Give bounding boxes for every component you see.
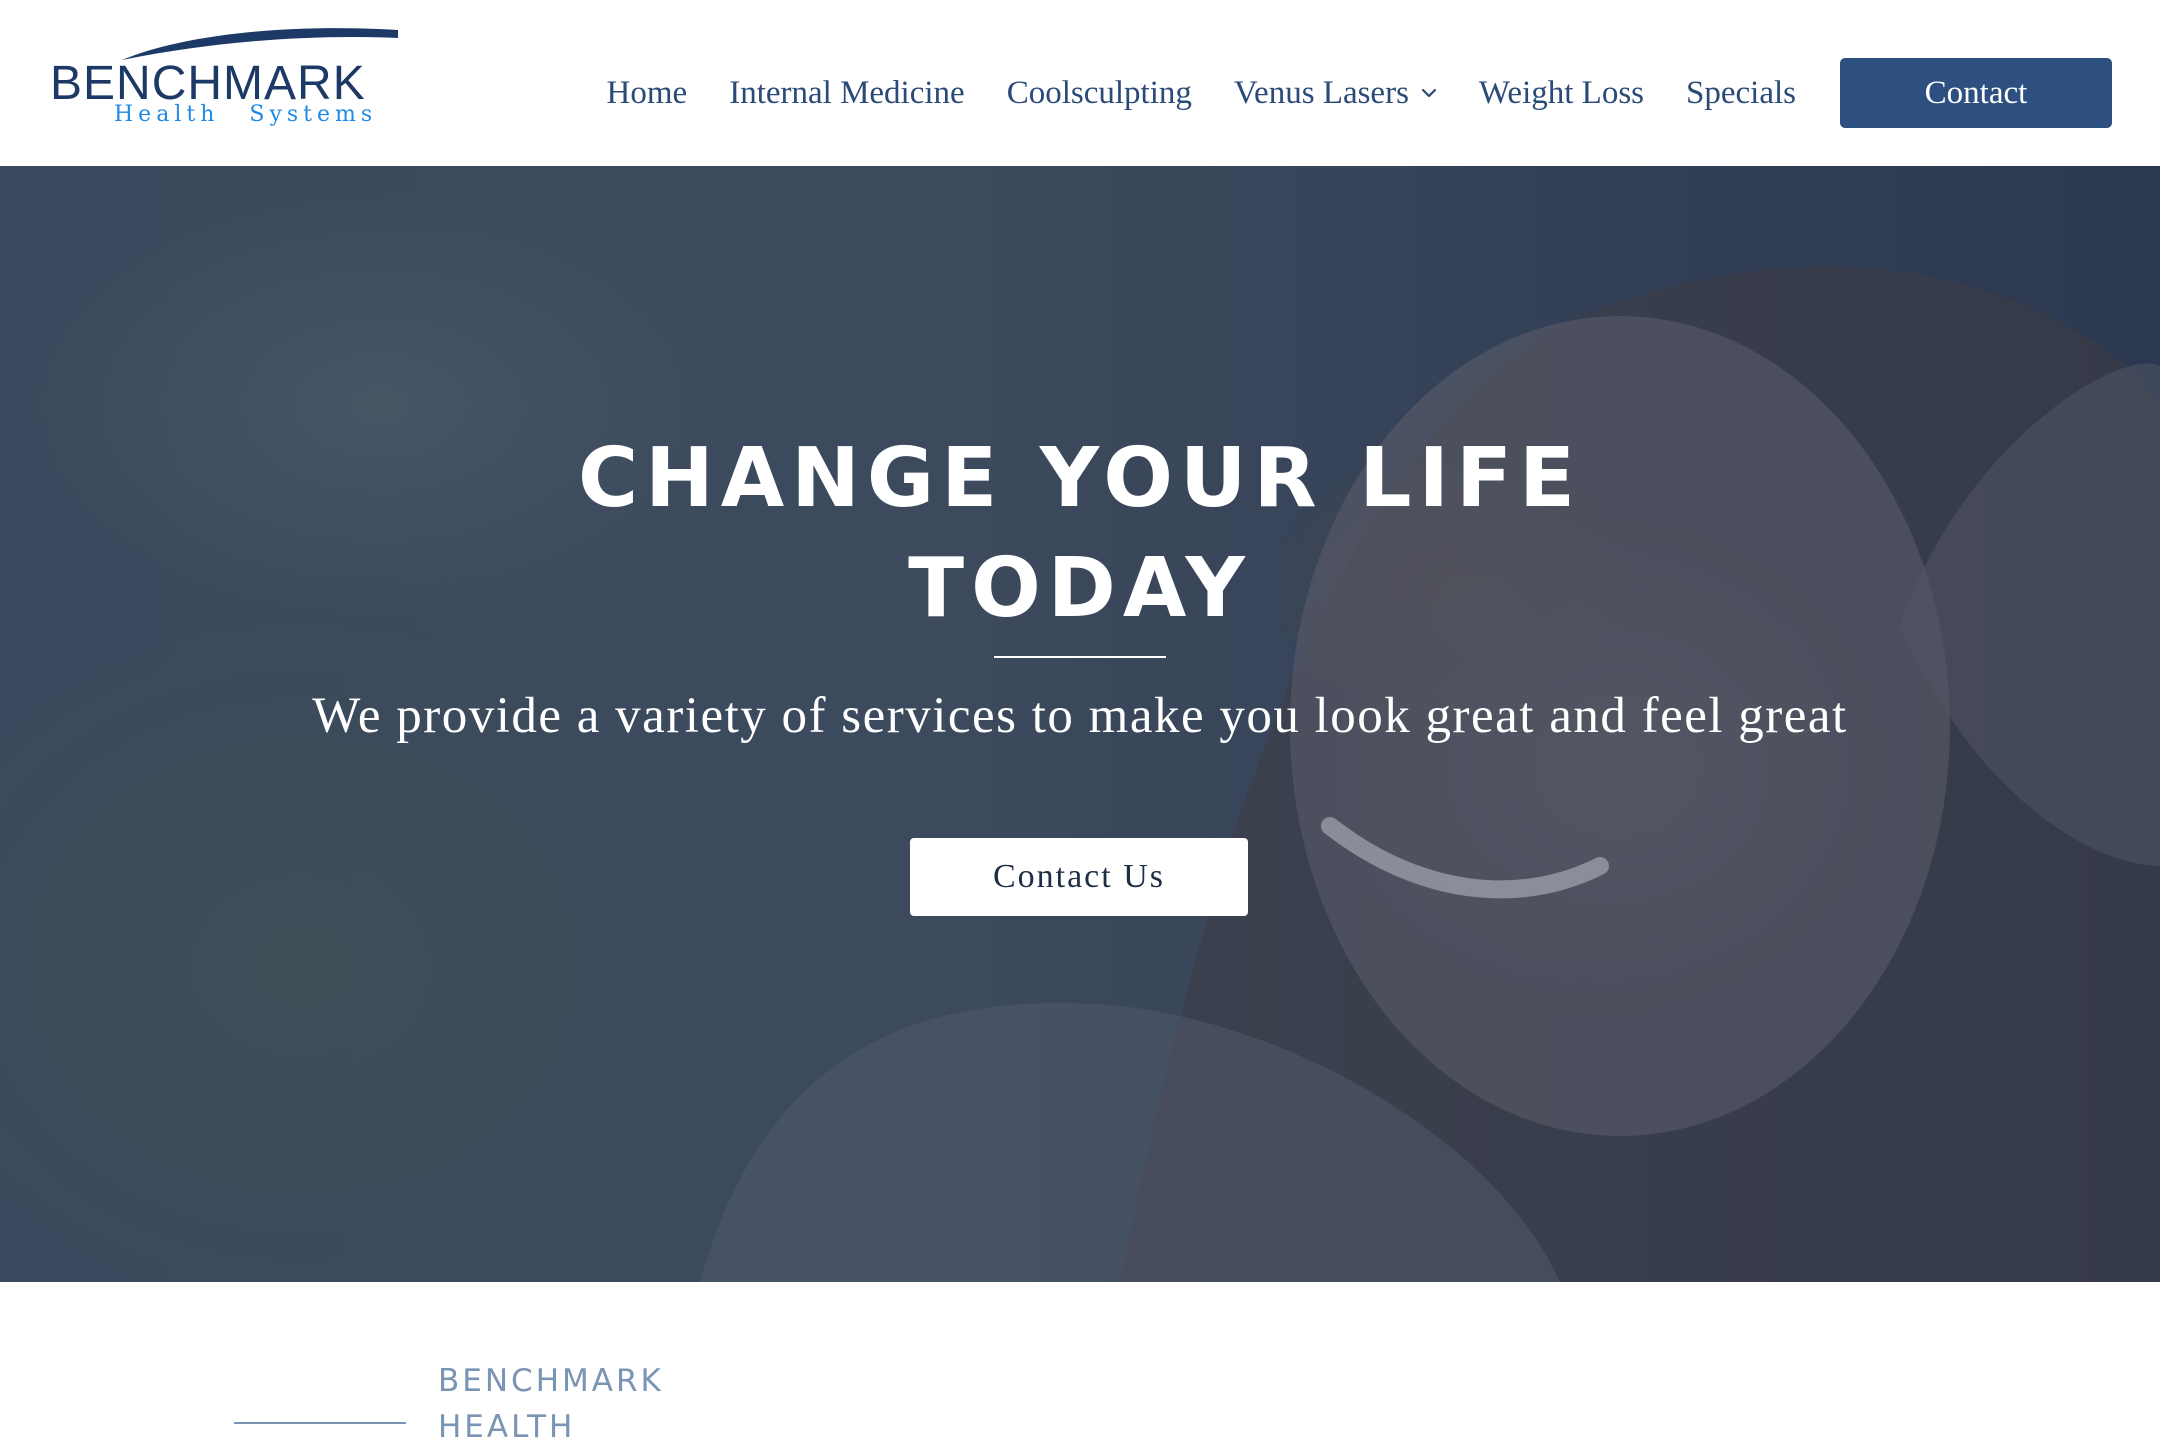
chevron-down-icon: [1421, 88, 1437, 98]
benchmark-logo[interactable]: BENCHMARK Health Systems: [50, 26, 430, 134]
nav-item-home[interactable]: Home: [607, 75, 688, 112]
nav-item-coolsculpting[interactable]: Coolsculpting: [1007, 75, 1192, 112]
hero-title-line-2: TODAY: [908, 541, 1252, 636]
contact-us-button[interactable]: Contact Us: [910, 838, 1248, 916]
section-divider: [234, 1422, 406, 1424]
nav-item-venus-lasers[interactable]: Venus Lasers: [1234, 75, 1437, 112]
nav-item-internal-medicine[interactable]: Internal Medicine: [729, 75, 964, 112]
logo-tagline-systems: Systems: [249, 102, 378, 127]
hero-subtitle: We provide a variety of services to make…: [312, 688, 1848, 744]
logo-tagline-health: Health: [114, 102, 220, 127]
section-label: BENCHMARK HEALTH: [438, 1358, 664, 1450]
nav-item-label: Weight Loss: [1478, 74, 1645, 111]
hero-title: CHANGE YOUR LIFE TODAY: [0, 424, 2160, 644]
hero-title-line-1: CHANGE YOUR LIFE: [578, 431, 1582, 526]
nav-item-specials[interactable]: Specials: [1686, 75, 1796, 112]
main-nav: Home Internal Medicine Coolsculpting Ven…: [607, 58, 2112, 128]
nav-item-label: Coolsculpting: [1006, 74, 1192, 111]
contact-button[interactable]: Contact: [1840, 58, 2112, 128]
nav-item-label: Specials: [1686, 74, 1796, 111]
hero-banner: CHANGE YOUR LIFE TODAY We provide a vari…: [0, 166, 2160, 1282]
hero-divider: [994, 656, 1166, 658]
logo-wordmark: BENCHMARK: [50, 57, 366, 110]
section-label-line-1: BENCHMARK: [438, 1363, 664, 1399]
nav-item-label: Home: [606, 74, 688, 111]
logo-tagline: Health Systems: [114, 104, 377, 126]
nav-item-weight-loss[interactable]: Weight Loss: [1479, 75, 1644, 112]
nav-item-label: Internal Medicine: [729, 74, 965, 111]
nav-item-label: Venus Lasers: [1233, 74, 1409, 111]
site-header: BENCHMARK Health Systems Home Internal Me…: [0, 0, 2160, 166]
